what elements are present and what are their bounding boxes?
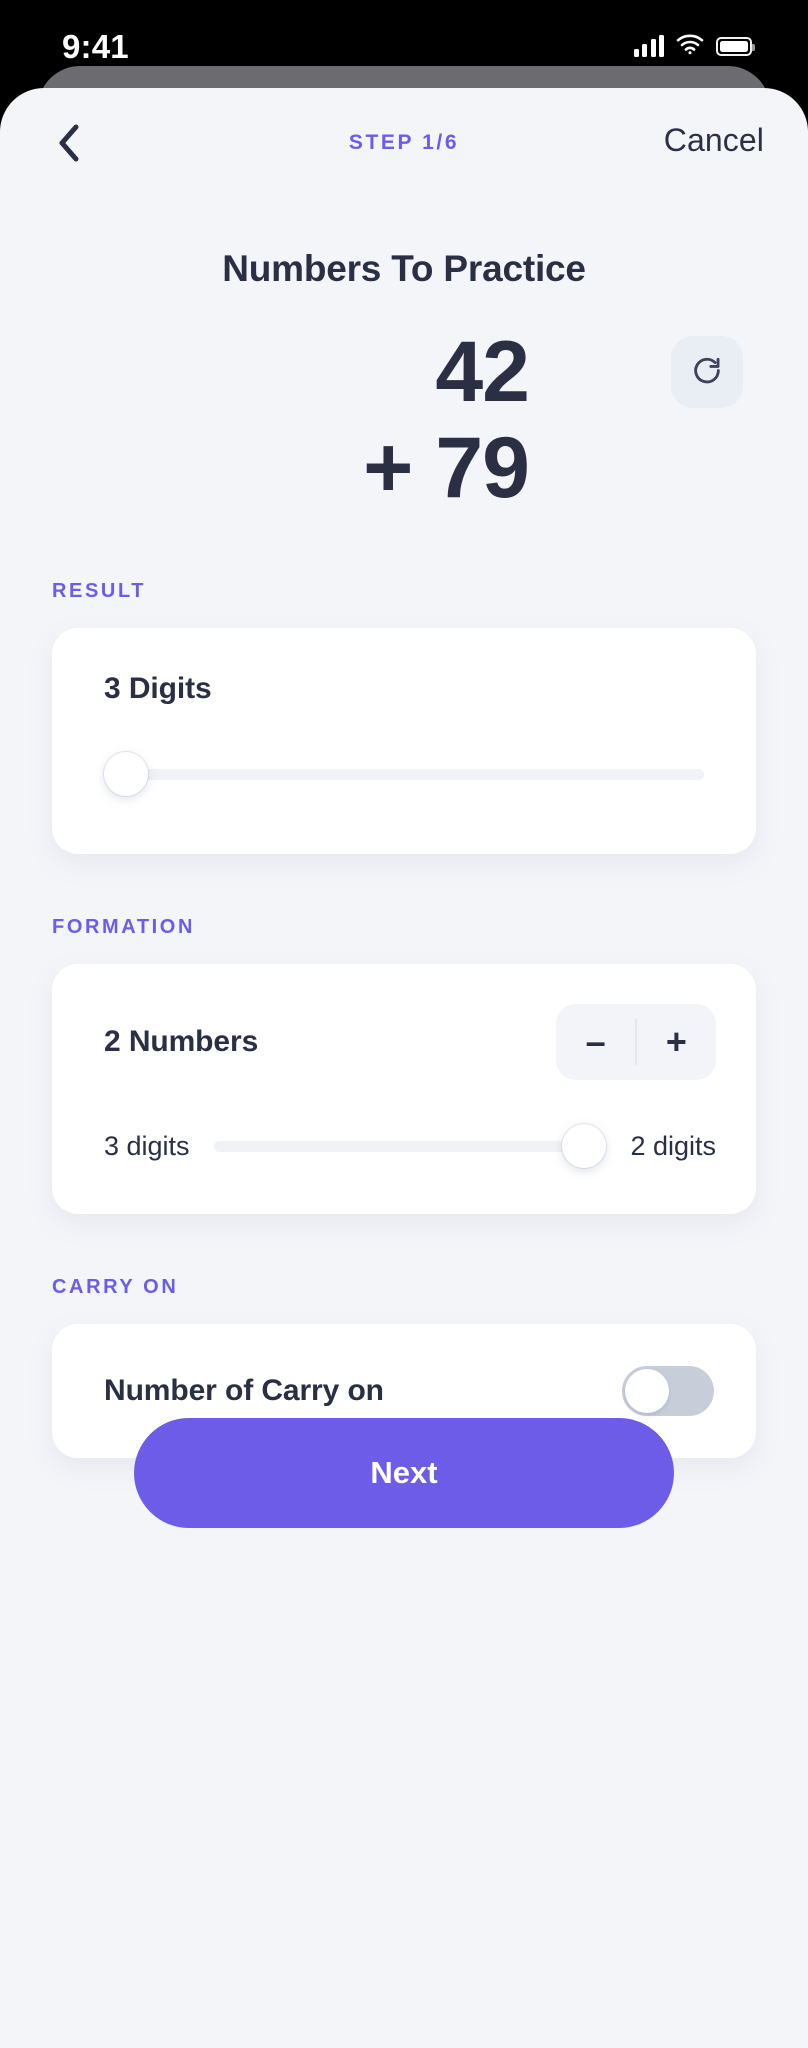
cellular-signal-icon bbox=[633, 35, 664, 57]
formation-slider-track bbox=[213, 1140, 607, 1152]
carry-toggle[interactable] bbox=[622, 1366, 714, 1416]
operand-bottom: 79 bbox=[435, 420, 530, 517]
status-bar: 9:41 bbox=[0, 0, 808, 86]
formation-slider-row: 3 digits 2 digits bbox=[104, 1124, 716, 1168]
formation-value-label: 2 Numbers bbox=[104, 1025, 259, 1058]
operator-symbol: + bbox=[363, 420, 414, 517]
formation-section: FORMATION 2 Numbers – + 3 digits 2 digit… bbox=[0, 916, 808, 1214]
battery-icon bbox=[716, 36, 755, 56]
result-slider-track bbox=[104, 768, 704, 780]
status-time: 9:41 bbox=[62, 27, 129, 65]
navigation-bar: STEP 1/6 Cancel bbox=[0, 88, 808, 198]
result-slider[interactable] bbox=[104, 752, 704, 796]
modal-sheet: STEP 1/6 Cancel Numbers To Practice 42 +… bbox=[0, 88, 808, 2048]
increment-button[interactable]: + bbox=[637, 1004, 716, 1080]
equation-row-bottom: + 79 bbox=[279, 420, 530, 517]
equation-section: 42 + 79 bbox=[0, 324, 808, 536]
formation-slider-thumb[interactable] bbox=[562, 1124, 607, 1168]
formation-section-label: FORMATION bbox=[52, 916, 196, 938]
formation-stepper: – + bbox=[556, 1004, 716, 1080]
back-chevron-icon bbox=[59, 124, 79, 162]
result-slider-thumb[interactable] bbox=[104, 752, 148, 796]
carry-toggle-knob bbox=[625, 1369, 669, 1413]
refresh-icon bbox=[694, 357, 720, 384]
carry-section-label: CARRY ON bbox=[52, 1276, 179, 1298]
carry-toggle-label: Number of Carry on bbox=[104, 1374, 384, 1407]
operand-top: 42 bbox=[435, 324, 530, 420]
result-card: 3 Digits bbox=[52, 628, 756, 854]
formation-card: 2 Numbers – + 3 digits 2 digits bbox=[52, 964, 756, 1214]
decrement-button[interactable]: – bbox=[556, 1004, 635, 1080]
back-button[interactable] bbox=[40, 114, 98, 172]
formation-slider-left-label: 3 digits bbox=[104, 1130, 190, 1161]
next-button[interactable]: Next bbox=[134, 1418, 674, 1528]
page-title: Numbers To Practice bbox=[222, 248, 586, 289]
phone-screen: 9:41 STEP 1/6 Cancel Numbers To Practice… bbox=[0, 0, 808, 2048]
formation-slider-right-label: 2 digits bbox=[630, 1130, 716, 1161]
result-value-label: 3 Digits bbox=[104, 672, 212, 705]
footer: Next bbox=[0, 1418, 808, 1528]
equation-row-top: 42 bbox=[279, 324, 530, 420]
formation-slider[interactable] bbox=[213, 1124, 607, 1168]
result-section-label: RESULT bbox=[52, 580, 147, 602]
result-section: RESULT 3 Digits bbox=[0, 580, 808, 854]
wifi-icon bbox=[676, 33, 704, 60]
cancel-button[interactable]: Cancel bbox=[664, 122, 764, 165]
refresh-button[interactable] bbox=[671, 336, 743, 408]
formation-top-row: 2 Numbers – + bbox=[104, 1004, 716, 1080]
status-icons bbox=[633, 27, 755, 60]
